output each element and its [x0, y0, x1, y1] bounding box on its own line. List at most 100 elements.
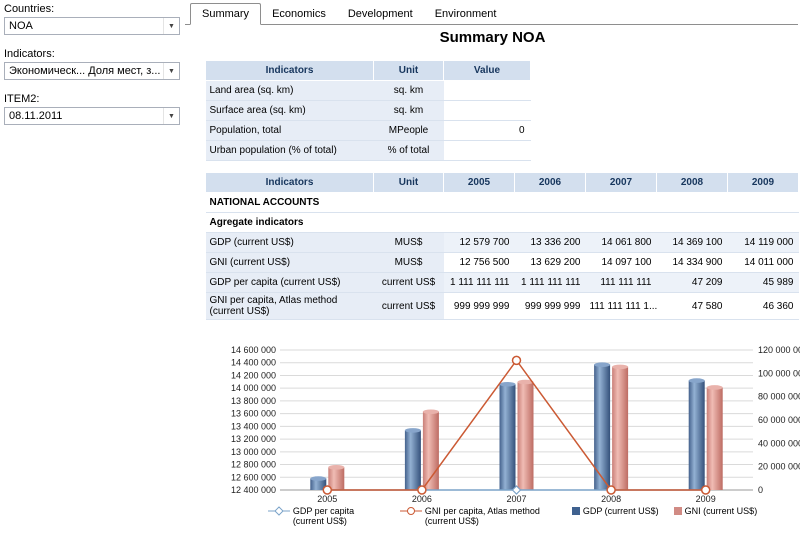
table-row: Surface area (sq. km)sq. km: [206, 101, 531, 121]
svg-text:120 000 000: 120 000 000: [758, 345, 800, 355]
column-header: Unit: [374, 173, 444, 193]
svg-text:13 000 000: 13 000 000: [231, 447, 276, 457]
table-row: Urban population (% of total)% of total: [206, 141, 531, 161]
bar: [689, 381, 705, 490]
tab-divider: [185, 24, 798, 25]
countries-dropdown[interactable]: NOA ▼: [4, 17, 180, 35]
table-cell: 999 999 999: [444, 293, 515, 320]
svg-text:12 800 000: 12 800 000: [231, 460, 276, 470]
bar: [500, 384, 516, 490]
section-row-agregate-indicators: Agregate indicators: [206, 213, 799, 233]
sidebar: Countries: NOA ▼ Indicators: Экономическ…: [0, 0, 185, 535]
value-table: Indicators Unit Value Land area (sq. km)…: [205, 60, 531, 161]
tab-bar: Summary Economics Development Environmen…: [190, 3, 507, 24]
table-cell: MUS$: [374, 233, 444, 253]
tab-summary[interactable]: Summary: [190, 3, 261, 25]
circle-marker-icon: [607, 486, 615, 494]
table-cell: GNI per capita, Atlas method (current US…: [206, 293, 374, 320]
table-cell: GDP per capita (current US$): [206, 273, 374, 293]
table-cell: MUS$: [374, 253, 444, 273]
table-cell: current US$: [374, 293, 444, 320]
item2-dropdown[interactable]: 08.11.2011 ▼: [4, 107, 180, 125]
bar: [405, 430, 421, 490]
table-cell: Urban population (% of total): [206, 141, 374, 161]
chevron-down-icon[interactable]: ▼: [163, 108, 179, 124]
legend-square-icon: [674, 507, 682, 515]
countries-label: Countries:: [4, 3, 185, 15]
table-cell: 14 369 100: [657, 233, 728, 253]
column-header: Value: [444, 61, 531, 81]
column-header: 2006: [515, 173, 586, 193]
table-cell: 14 334 900: [657, 253, 728, 273]
table-cell: 999 999 999: [515, 293, 586, 320]
chevron-down-icon[interactable]: ▼: [163, 18, 179, 34]
legend-label: GDP per capita (current US$): [293, 506, 385, 526]
gridlines: [280, 350, 753, 490]
svg-text:20 000 000: 20 000 000: [758, 462, 800, 472]
table-cell: 47 209: [657, 273, 728, 293]
table-cell: Population, total: [206, 121, 374, 141]
table-cell: Land area (sq. km): [206, 81, 374, 101]
column-header: Indicators: [206, 173, 374, 193]
column-header: 2009: [728, 173, 799, 193]
chart-legend: GDP per capita (current US$)GNI per capi…: [240, 506, 785, 526]
years-table: Indicators Unit 2005 2006 2007 2008 2009…: [205, 172, 799, 320]
table-cell: Surface area (sq. km): [206, 101, 374, 121]
legend-diamond-icon: [268, 506, 290, 516]
svg-text:2008: 2008: [601, 494, 621, 504]
legend-label: GDP (current US$): [583, 506, 659, 516]
item2-value: 08.11.2011: [5, 110, 163, 122]
app-window: Countries: NOA ▼ Indicators: Экономическ…: [0, 0, 800, 535]
table-cell: [444, 141, 531, 161]
column-header: 2008: [657, 173, 728, 193]
table-row: Population, totalMPeople0: [206, 121, 531, 141]
svg-text:14 600 000: 14 600 000: [231, 345, 276, 355]
table-cell: 47 580: [657, 293, 728, 320]
table-cell: 14 011 000: [728, 253, 799, 273]
bar: [328, 467, 344, 490]
svg-text:14 000 000: 14 000 000: [231, 383, 276, 393]
main-content: Summary Economics Development Environmen…: [185, 0, 800, 535]
table-cell: NATIONAL ACCOUNTS: [206, 193, 799, 213]
svg-text:2007: 2007: [506, 494, 526, 504]
table-cell: sq. km: [374, 101, 444, 121]
column-header: Unit: [374, 61, 444, 81]
table-row: GDP (current US$)MUS$12 579 70013 336 20…: [206, 233, 799, 253]
table-cell: 1 111 111 111: [515, 273, 586, 293]
svg-text:13 400 000: 13 400 000: [231, 421, 276, 431]
indicators-label: Indicators:: [4, 48, 185, 60]
svg-text:2009: 2009: [696, 494, 716, 504]
svg-text:13 600 000: 13 600 000: [231, 409, 276, 419]
svg-text:13 200 000: 13 200 000: [231, 434, 276, 444]
svg-text:2005: 2005: [317, 494, 337, 504]
svg-text:13 800 000: 13 800 000: [231, 396, 276, 406]
table-cell: 13 336 200: [515, 233, 586, 253]
table-cell: 46 360: [728, 293, 799, 320]
svg-text:12 600 000: 12 600 000: [231, 472, 276, 482]
tab-development[interactable]: Development: [337, 3, 424, 24]
table-cell: 14 097 100: [586, 253, 657, 273]
column-header: 2007: [586, 173, 657, 193]
section-row-national-accounts: NATIONAL ACCOUNTS: [206, 193, 799, 213]
table-cell: 12 756 500: [444, 253, 515, 273]
svg-text:40 000 000: 40 000 000: [758, 438, 800, 448]
table-cell: MPeople: [374, 121, 444, 141]
table-cell: 12 579 700: [444, 233, 515, 253]
tab-economics[interactable]: Economics: [261, 3, 337, 24]
table-cell: 111 111 111: [586, 273, 657, 293]
indicators-dropdown[interactable]: Экономическ... Доля мест, з... (1374) ▼: [4, 62, 180, 80]
indicators-value: Экономическ... Доля мест, з... (1374): [5, 65, 163, 77]
table-cell: GNI (current US$): [206, 253, 374, 273]
tab-environment[interactable]: Environment: [424, 3, 508, 24]
table-cell: 14 119 000: [728, 233, 799, 253]
page-title: Summary NOA: [185, 29, 800, 46]
legend-label: GNI (current US$): [685, 506, 758, 516]
svg-text:12 400 000: 12 400 000: [231, 485, 276, 495]
legend-item: GDP (current US$): [572, 506, 659, 516]
table-cell: sq. km: [374, 81, 444, 101]
table-cell: [444, 101, 531, 121]
legend-item: GNI (current US$): [674, 506, 758, 516]
column-header: 2005: [444, 173, 515, 193]
table-row: GNI (current US$)MUS$12 756 50013 629 20…: [206, 253, 799, 273]
chevron-down-icon[interactable]: ▼: [163, 63, 179, 79]
